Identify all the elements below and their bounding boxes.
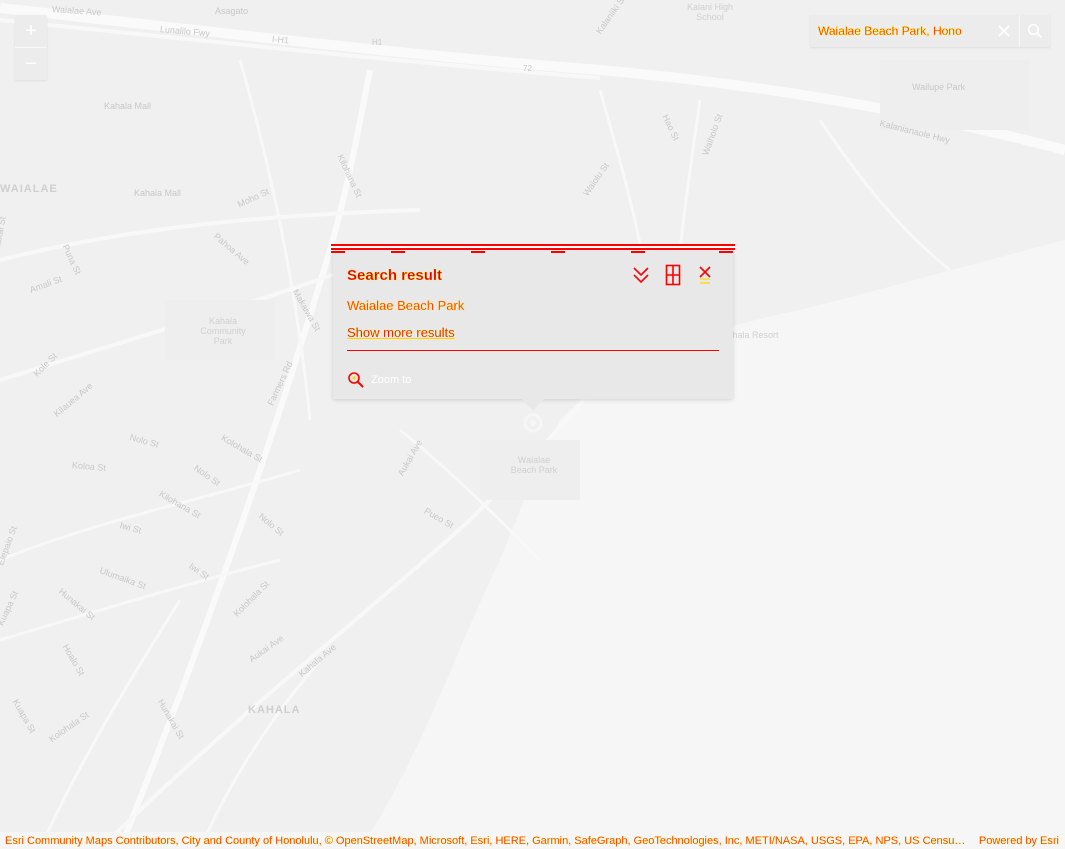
map-label-poi: Kahala Mall (104, 101, 152, 111)
popup-header-bar (331, 244, 735, 253)
search-icon[interactable] (1019, 15, 1050, 47)
map-label-shield: 72 (523, 64, 532, 73)
powered-by-esri-link[interactable]: Powered by Esri (969, 834, 1065, 846)
map-label-poi: Kahala Mall (134, 188, 182, 198)
map-label-road: Asagato (215, 6, 249, 16)
map-view[interactable]: Waialae Ave Asagato Lunalilo Fwy I-H1 H1… (0, 0, 1065, 849)
zoom-in-button[interactable]: + (15, 15, 47, 47)
result-name: Waialae Beach Park (347, 298, 465, 313)
map-label-place: WAIALAE (0, 183, 58, 195)
zoom-control: + − (15, 15, 47, 80)
search-result-popup: Search result Waialae Beach Park Show mo… (331, 244, 735, 411)
collapse-icon[interactable] (625, 262, 657, 288)
show-more-results-link[interactable]: Show more results (347, 325, 719, 340)
popup-title: Search result (347, 266, 443, 284)
map-label-poi: Kahala Community Park (200, 316, 246, 346)
dock-icon[interactable] (657, 262, 689, 288)
map-label-poi: Kalani High School (686, 2, 734, 22)
zoom-out-button[interactable]: − (15, 48, 47, 80)
attribution-bar: Esri Community Maps Contributors, City a… (0, 832, 1065, 849)
location-marker-icon[interactable] (522, 412, 544, 434)
popup-header: Search result (333, 250, 733, 288)
map-label-poi: Waialae Beach Park (510, 455, 558, 475)
map-label-shield: H1 (372, 38, 383, 47)
map-label-place: KAHALA (248, 704, 301, 716)
attribution-text[interactable]: Esri Community Maps Contributors, City a… (0, 835, 969, 847)
zoom-to-button[interactable]: Zoom to (347, 371, 411, 389)
close-icon[interactable] (989, 15, 1019, 47)
zoom-to-icon (347, 371, 365, 389)
search-widget (810, 15, 1050, 47)
search-input[interactable] (810, 15, 989, 47)
close-icon[interactable] (689, 262, 721, 288)
popup-divider (347, 350, 719, 351)
zoom-to-label: Zoom to (371, 374, 412, 386)
popup-body: Waialae Beach Park Show more results (333, 288, 733, 361)
map-label-poi: Wailupe Park (912, 82, 966, 92)
map-label-road: I-H1 (271, 34, 290, 46)
